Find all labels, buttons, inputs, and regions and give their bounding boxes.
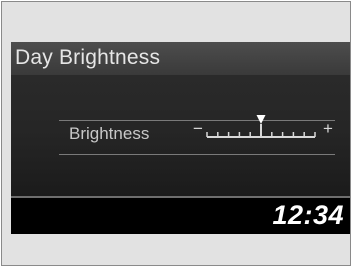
minus-symbol[interactable]: − — [193, 119, 203, 138]
status-bar: 12:34 — [11, 198, 350, 234]
settings-panel: Brightness − + — [11, 75, 350, 196]
slider-scale — [206, 124, 316, 138]
row-bottom-divider — [59, 154, 335, 155]
display-screen: Day Brightness Brightness − + 12:34 — [11, 42, 350, 234]
image-frame: Day Brightness Brightness − + 12:34 — [1, 1, 351, 266]
title-bar: Day Brightness — [11, 42, 350, 75]
clock-display: 12:34 — [272, 200, 344, 230]
brightness-label: Brightness — [69, 124, 150, 143]
page-title: Day Brightness — [15, 46, 161, 69]
brightness-slider[interactable]: − + — [189, 113, 335, 145]
triangle-down-icon — [256, 115, 266, 124]
plus-symbol[interactable]: + — [323, 119, 333, 138]
